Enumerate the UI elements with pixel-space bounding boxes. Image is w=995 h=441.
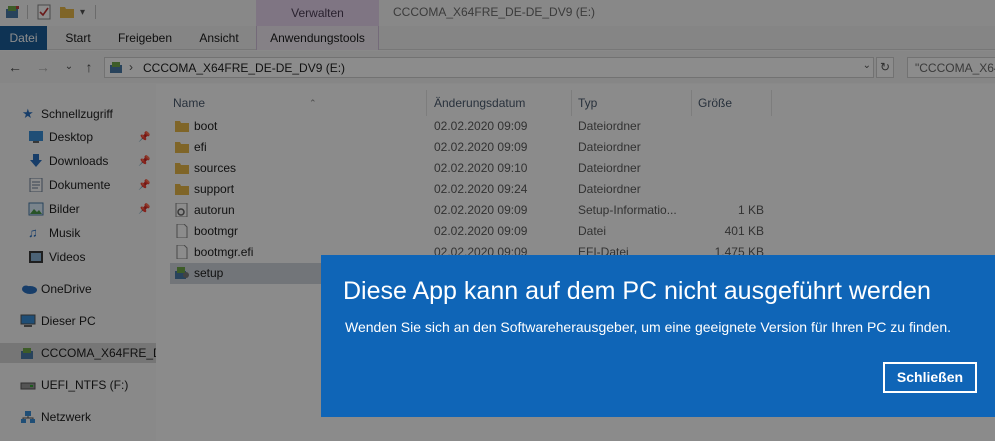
error-dialog: Diese App kann auf dem PC nicht ausgefüh… (321, 255, 995, 417)
dialog-title: Diese App kann auf dem PC nicht ausgefüh… (343, 277, 931, 305)
dialog-message: Wenden Sie sich an den Softwareherausgeb… (345, 319, 952, 335)
close-button[interactable]: Schließen (883, 362, 977, 393)
